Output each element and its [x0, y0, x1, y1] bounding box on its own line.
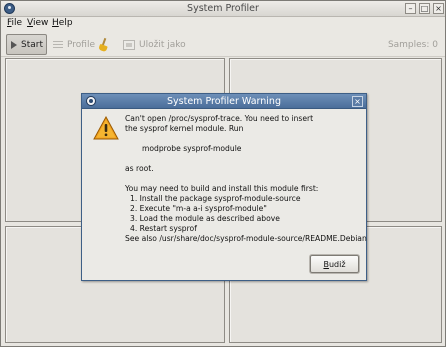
message-command: modprobe sysprof-module — [142, 144, 242, 153]
save-as-label: Uložit jako — [139, 39, 186, 50]
toolbar: Start Profile Uložit jako Samples: 0 — [1, 32, 445, 57]
maximize-button[interactable]: □ — [419, 3, 430, 14]
profile-icon — [53, 40, 63, 49]
window-titlebar[interactable]: System Profiler – □ × — [1, 1, 445, 17]
warning-dialog: System Profiler Warning × Can't open /pr… — [81, 93, 367, 281]
ok-button[interactable]: Budiž — [310, 255, 359, 273]
samples-counter: Samples: 0 — [387, 40, 438, 50]
dialog-title: System Profiler Warning — [167, 96, 281, 107]
message-step: 1. Install the package sysprof-module-so… — [130, 194, 301, 203]
profile-button[interactable]: Profile — [49, 34, 99, 55]
close-button[interactable]: × — [433, 3, 444, 14]
dialog-message: Can't open /proc/sysprof-trace. You need… — [125, 114, 367, 244]
message-line: See also /usr/share/doc/sysprof-module-s… — [125, 234, 367, 243]
menubar: File View Help — [1, 17, 445, 32]
message-step: 3. Load the module as described above — [130, 214, 280, 223]
broom-icon — [98, 37, 108, 53]
message-step: 2. Execute "m-a a-i sysprof-module" — [130, 204, 267, 213]
dialog-titlebar[interactable]: System Profiler Warning × — [82, 94, 366, 109]
message-step: 4. Restart sysprof — [130, 224, 197, 233]
reset-button[interactable] — [94, 34, 112, 55]
save-icon — [123, 39, 135, 50]
message-line: the sysprof kernel module. Run — [125, 124, 244, 133]
ok-button-label: udiž — [328, 259, 346, 269]
dialog-close-button[interactable]: × — [352, 96, 363, 107]
menu-file[interactable]: File — [7, 18, 22, 28]
save-as-button[interactable]: Uložit jako — [119, 34, 190, 55]
message-line: as root. — [125, 164, 154, 173]
warning-icon — [93, 116, 119, 140]
profile-label: Profile — [67, 39, 95, 50]
start-button[interactable]: Start — [6, 34, 47, 55]
message-line: You may need to build and install this m… — [125, 184, 319, 193]
menu-help[interactable]: Help — [52, 18, 73, 28]
message-line: Can't open /proc/sysprof-trace. You need… — [125, 114, 314, 123]
minimize-button[interactable]: – — [405, 3, 416, 14]
play-icon — [11, 40, 17, 49]
start-label: Start — [21, 39, 43, 50]
menu-view[interactable]: View — [27, 18, 48, 28]
window-title: System Profiler — [187, 3, 259, 14]
